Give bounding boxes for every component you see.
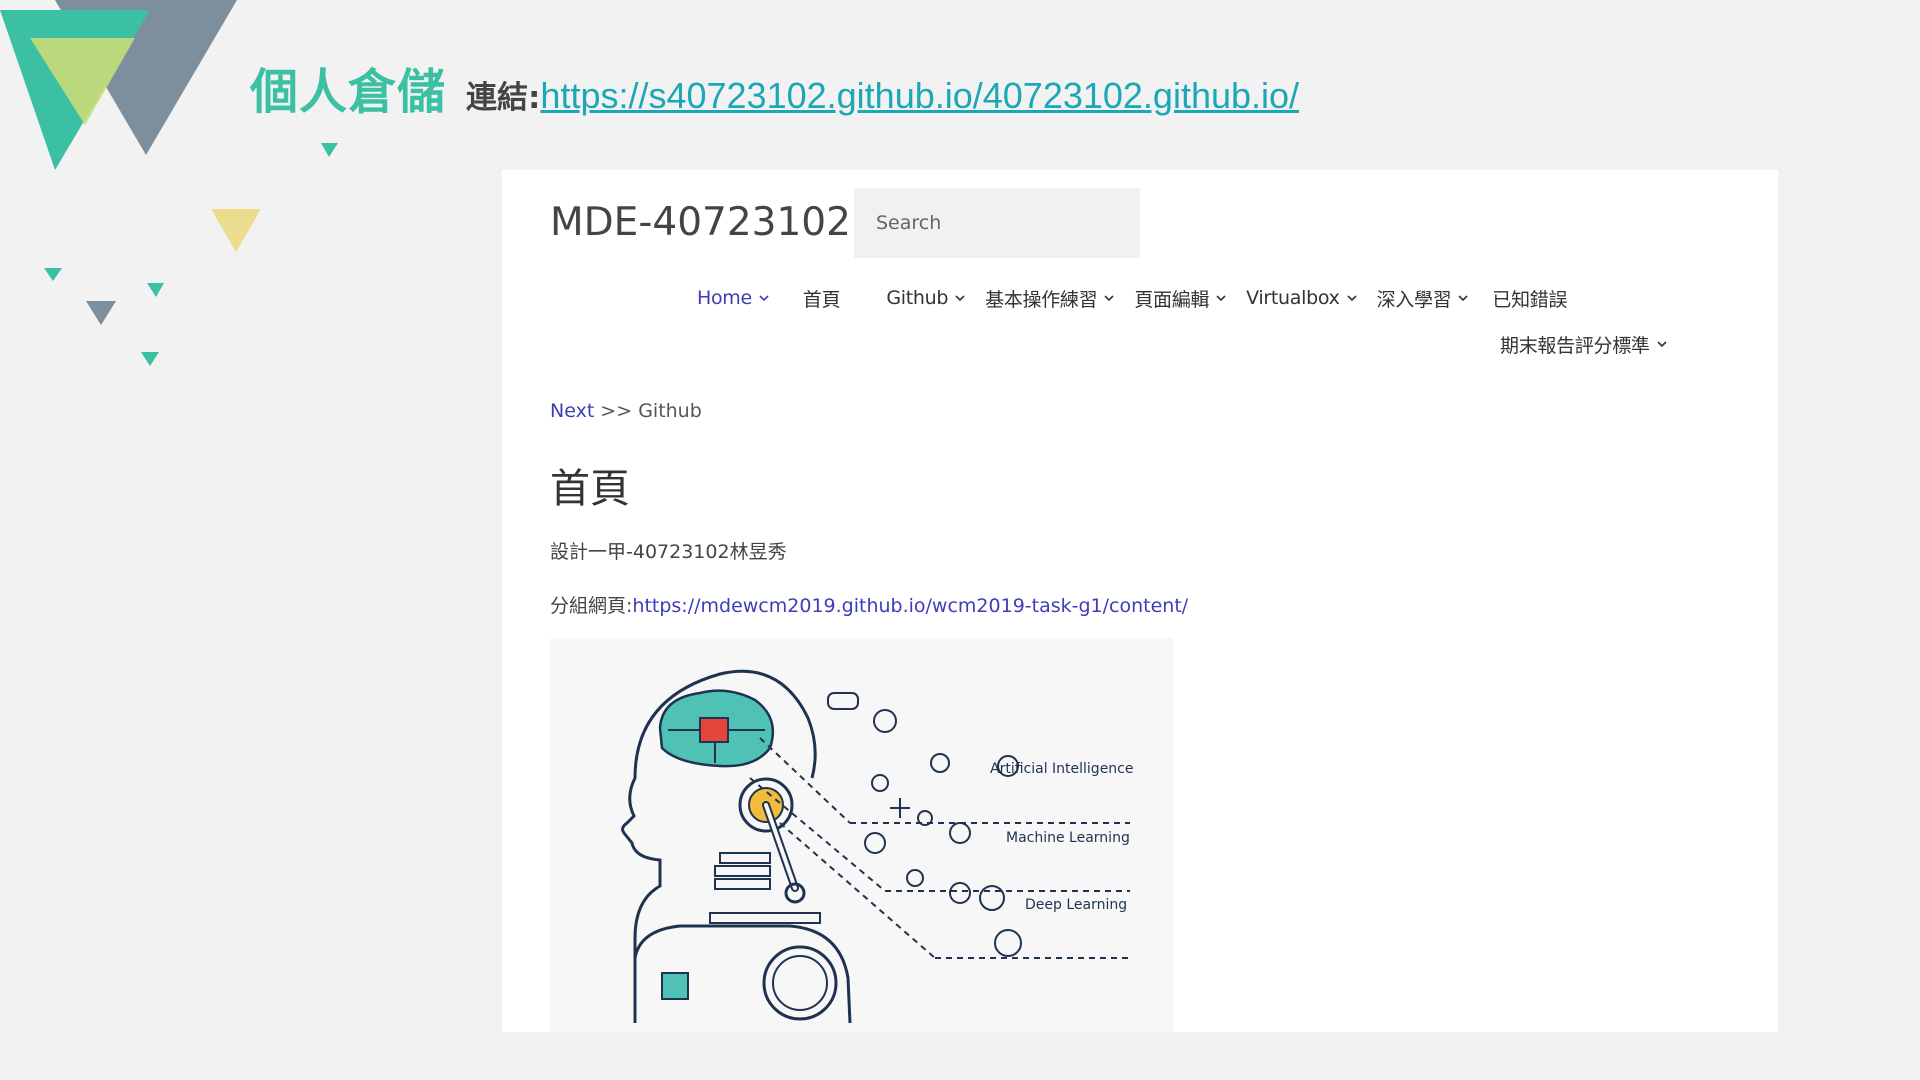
student-info: 設計一甲-40723102林昱秀	[550, 541, 787, 563]
main-nav: Home 首頁 Github 基本操作練習 頁面編輯 Virtualbox 深入…	[697, 282, 1568, 314]
nav-page-edit[interactable]: 頁面編輯	[1134, 285, 1226, 312]
slide-heading: 個人倉儲	[250, 64, 447, 120]
nav-github-label: Github	[886, 287, 949, 309]
nav-virtualbox-label: Virtualbox	[1246, 287, 1340, 309]
illustration-label-dl: Deep Learning	[1025, 897, 1127, 913]
group-page-label: 分組網頁:	[550, 595, 633, 617]
group-page-line: 分組網頁:https://mdewcm2019.github.io/wcm201…	[550, 591, 1188, 618]
small-teal-triangle	[321, 143, 338, 157]
nav-shouye[interactable]: 首頁	[802, 285, 841, 312]
nav-page-edit-label: 頁面編輯	[1134, 288, 1210, 311]
breadcrumb: Next >> Github	[550, 400, 702, 422]
repository-link[interactable]: https://s40723102.github.io/40723102.git…	[540, 75, 1299, 117]
chevron-down-icon	[759, 295, 769, 302]
chevron-down-icon	[1104, 295, 1114, 302]
breadcrumb-next-link[interactable]: Next	[550, 400, 594, 422]
link-label: 連結:	[466, 80, 541, 116]
nav-deep-label: 深入學習	[1376, 288, 1452, 311]
nav-final[interactable]: 期末報告評分標準	[1500, 331, 1667, 358]
group-page-link[interactable]: https://mdewcm2019.github.io/wcm2019-tas…	[632, 595, 1188, 617]
page-heading: 首頁	[550, 466, 630, 512]
site-title[interactable]: MDE-40723102	[550, 200, 851, 245]
nav-final-label: 期末報告評分標準	[1500, 334, 1650, 357]
main-nav-row-2: 期末報告評分標準	[1500, 328, 1667, 360]
breadcrumb-separator: >>	[594, 400, 639, 422]
ai-ml-dl-graphic: Artificial Intelligence Machine Learning…	[621, 669, 1134, 1024]
nav-basic[interactable]: 基本操作練習	[985, 285, 1114, 312]
chevron-down-icon	[1347, 295, 1357, 302]
nav-known-errors[interactable]: 已知錯誤	[1492, 285, 1567, 312]
nav-github[interactable]: Github	[886, 287, 965, 309]
nav-home[interactable]: Home	[697, 287, 769, 309]
illustration-label-ml: Machine Learning	[1006, 830, 1130, 846]
breadcrumb-current: Github	[638, 400, 702, 422]
chevron-down-icon	[955, 295, 965, 302]
nav-basic-label: 基本操作練習	[985, 288, 1098, 311]
chevron-down-icon	[1216, 295, 1226, 302]
nav-home-label: Home	[697, 287, 752, 309]
nav-shouye-label: 首頁	[802, 288, 841, 311]
nav-known-errors-label: 已知錯誤	[1492, 288, 1568, 311]
chevron-down-icon	[1458, 295, 1468, 302]
nav-virtualbox[interactable]: Virtualbox	[1246, 287, 1357, 309]
illustration-label-ai: Artificial Intelligence	[990, 761, 1134, 777]
chevron-down-icon	[1657, 341, 1667, 348]
nav-deep[interactable]: 深入學習	[1377, 285, 1469, 312]
search-input[interactable]	[854, 188, 1140, 258]
slide-title: 個人倉儲 連結: https://s40723102.github.io/407…	[250, 52, 1299, 122]
ai-illustration: Artificial Intelligence Machine Learning…	[550, 638, 1173, 1032]
website-screenshot: MDE-40723102 Home 首頁 Github 基本操作練習 頁面編輯 …	[502, 170, 1778, 1032]
